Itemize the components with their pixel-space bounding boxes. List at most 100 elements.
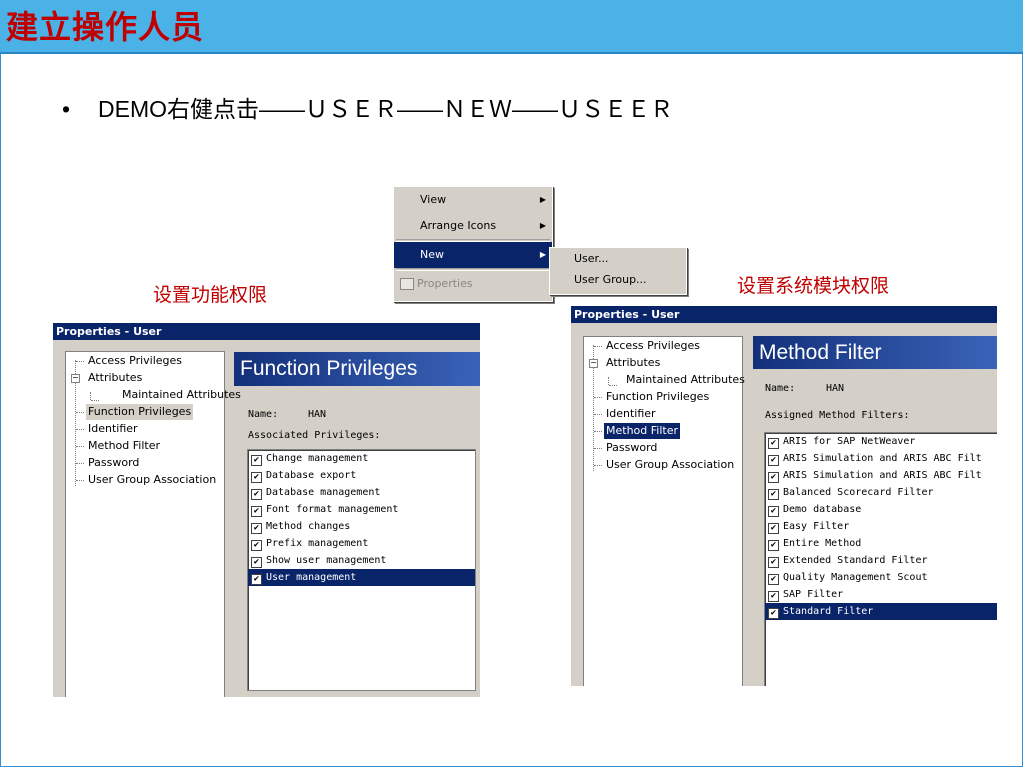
list-item[interactable]: ✔ Quality Management Scout <box>765 569 997 586</box>
tree-item-user-group-association[interactable]: User Group Association <box>86 472 218 488</box>
list-item[interactable]: ✔ Prefix management <box>248 535 475 552</box>
slide-title: 建立操作人员 <box>6 8 205 46</box>
name-label: Name: <box>248 409 279 420</box>
tree-connector <box>91 400 99 401</box>
checkbox-checked-icon[interactable]: ✔ <box>768 557 779 568</box>
menu-item-properties[interactable]: Properties <box>394 271 552 297</box>
list-item[interactable]: ✔ Show user management <box>248 552 475 569</box>
tree-item-access-privileges[interactable]: Access Privileges <box>86 353 184 369</box>
tree-item-function-privileges[interactable]: Function Privileges <box>86 404 194 420</box>
tree-item-attributes[interactable]: Attributes <box>86 370 144 386</box>
method-filters-list[interactable]: ✔ ARIS for SAP NetWeaver ✔ ARIS Simulation … <box>764 432 997 686</box>
tree-item-maintained-attributes[interactable]: Maintained Attributes <box>624 372 747 388</box>
checkbox-checked-icon[interactable]: ✔ <box>251 557 262 568</box>
submenu-item-user[interactable]: User... <box>550 248 686 269</box>
submenu-item-user-group[interactable]: User Group... <box>550 269 686 290</box>
checkbox-checked-icon[interactable]: ✔ <box>768 608 779 619</box>
list-label: Assigned Method Filters: <box>765 410 910 421</box>
tree-item-attributes[interactable]: Attributes <box>604 355 662 371</box>
checkbox-checked-icon[interactable]: ✔ <box>251 489 262 500</box>
list-item[interactable]: ✔ Font format management <box>248 501 475 518</box>
list-label: Associated Privileges: <box>248 430 381 441</box>
list-item[interactable]: ✔ Demo database <box>765 501 997 518</box>
submenu-arrow-icon: ▶ <box>539 195 546 204</box>
menu-item-label: Arrange Icons <box>420 219 497 232</box>
caption-system-module-privileges: 设置系统模块权限 <box>737 275 890 297</box>
privileges-list[interactable]: ✔ Change management ✔ Database export ✔ Datab… <box>247 449 476 691</box>
list-item[interactable]: ✔ User management <box>248 569 475 586</box>
list-item[interactable]: ✔ Change management <box>248 450 475 467</box>
caption-function-privileges: 设置功能权限 <box>153 284 268 306</box>
checkbox-checked-icon[interactable]: ✔ <box>768 472 779 483</box>
list-item-label: Prefix management <box>266 538 369 549</box>
panel-title: Method Filter <box>753 336 997 369</box>
tree-connector <box>76 412 84 413</box>
list-item[interactable]: ✔ ARIS Simulation and ARIS ABC Filt <box>765 467 997 484</box>
tree-item-method-filter[interactable]: Method Filter <box>604 423 680 439</box>
checkbox-checked-icon[interactable]: ✔ <box>251 472 262 483</box>
list-item[interactable]: ✔ Easy Filter <box>765 518 997 535</box>
tree-connector <box>594 431 602 432</box>
menu-item-arrange-icons[interactable]: Arrange Icons ▶ <box>394 213 552 239</box>
category-tree: − Access Privileges Attributes Maintaine… <box>65 351 241 697</box>
list-item-label: SAP Filter <box>783 589 844 600</box>
tree-item-password[interactable]: Password <box>604 440 659 456</box>
list-item-label: ARIS for SAP NetWeaver <box>783 436 916 447</box>
checkbox-checked-icon[interactable]: ✔ <box>768 523 779 534</box>
bullet-point: • DEMO右健点击——ＵＳＥＲ——ＮＥＷ——ＵＳＥＥＲ <box>62 90 673 124</box>
list-item[interactable]: ✔ Database export <box>248 467 475 484</box>
checkbox-checked-icon[interactable]: ✔ <box>768 489 779 500</box>
list-item-label: Demo database <box>783 504 862 515</box>
list-item[interactable]: ✔ Database management <box>248 484 475 501</box>
tree-item-function-privileges[interactable]: Function Privileges <box>604 389 711 405</box>
dialog-title: Properties - User <box>53 323 480 340</box>
tree-connector <box>594 397 602 398</box>
properties-dialog-function: Properties - User − Access Privileges At… <box>53 323 480 697</box>
title-bar: 建立操作人员 <box>0 0 1023 54</box>
tree-item-identifier[interactable]: Identifier <box>86 421 140 437</box>
checkbox-checked-icon[interactable]: ✔ <box>768 455 779 466</box>
list-item[interactable]: ✔ ARIS for SAP NetWeaver <box>765 433 997 450</box>
context-menu: View ▶ Arrange Icons ▶ New ▶ Properties <box>393 186 553 302</box>
menu-item-new[interactable]: New ▶ <box>394 242 552 268</box>
category-tree: − Access Privileges Attributes Maintaine… <box>583 336 745 686</box>
name-value: HAN <box>308 409 327 420</box>
tree-connector <box>76 446 84 447</box>
list-item-label: Change management <box>266 453 369 464</box>
checkbox-checked-icon[interactable]: ✔ <box>768 591 779 602</box>
list-item[interactable]: ✔ Balanced Scorecard Filter <box>765 484 997 501</box>
menu-item-view[interactable]: View ▶ <box>394 187 552 213</box>
checkbox-checked-icon[interactable]: ✔ <box>251 540 262 551</box>
list-item[interactable]: ✔ Standard Filter <box>765 603 997 620</box>
checkbox-checked-icon[interactable]: ✔ <box>768 438 779 449</box>
tree-item-identifier[interactable]: Identifier <box>604 406 658 422</box>
checkbox-checked-icon[interactable]: ✔ <box>251 455 262 466</box>
list-item-label: Font format management <box>266 504 399 515</box>
collapse-icon[interactable]: − <box>71 374 80 383</box>
checkbox-checked-icon[interactable]: ✔ <box>768 574 779 585</box>
list-item[interactable]: ✔ Extended Standard Filter <box>765 552 997 569</box>
bullet-icon: • <box>62 96 71 122</box>
tree-item-access-privileges[interactable]: Access Privileges <box>604 338 702 354</box>
panel-title: Function Privileges <box>234 352 480 386</box>
name-label: Name: <box>765 383 796 394</box>
menu-item-label: View <box>420 193 447 206</box>
checkbox-checked-icon[interactable]: ✔ <box>768 506 779 517</box>
submenu-arrow-icon: ▶ <box>539 250 546 259</box>
tree-item-password[interactable]: Password <box>86 455 141 471</box>
checkbox-checked-icon[interactable]: ✔ <box>251 506 262 517</box>
checkbox-checked-icon[interactable]: ✔ <box>768 540 779 551</box>
checkbox-checked-icon[interactable]: ✔ <box>251 523 262 534</box>
list-item-label: Easy Filter <box>783 521 850 532</box>
list-item[interactable]: ✔ Method changes <box>248 518 475 535</box>
list-item[interactable]: ✔ SAP Filter <box>765 586 997 603</box>
tree-item-user-group-association[interactable]: User Group Association <box>604 457 736 473</box>
tree-item-maintained-attributes[interactable]: Maintained Attributes <box>120 387 243 403</box>
collapse-icon[interactable]: − <box>589 359 598 368</box>
name-value: HAN <box>826 383 845 394</box>
tree-item-method-filter[interactable]: Method Filter <box>86 438 162 454</box>
checkbox-checked-icon[interactable]: ✔ <box>251 574 262 585</box>
list-item[interactable]: ✔ Entire Method <box>765 535 997 552</box>
list-item[interactable]: ✔ ARIS Simulation and ARIS ABC Filt <box>765 450 997 467</box>
tree-connector <box>609 385 617 386</box>
